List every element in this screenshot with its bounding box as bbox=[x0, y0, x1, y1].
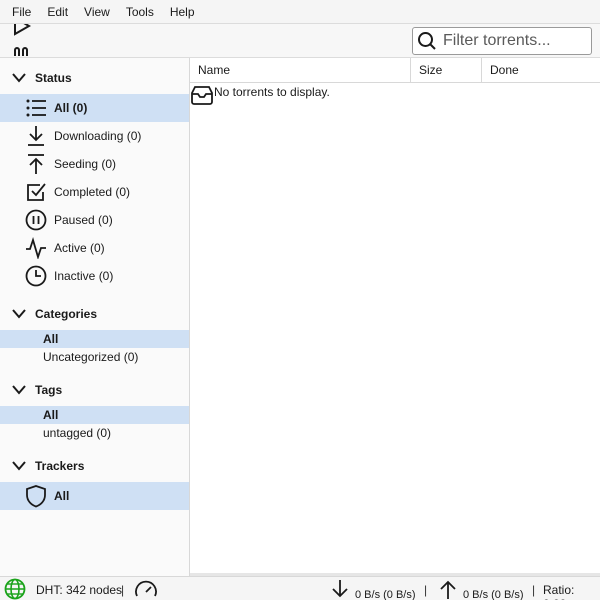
checkbox-icon bbox=[24, 180, 48, 204]
status-header-label: Status bbox=[35, 71, 72, 85]
download-speed: 0 B/s (0 B/s) bbox=[355, 589, 416, 600]
column-header-size[interactable]: Size bbox=[411, 58, 482, 83]
chevron-down-icon bbox=[12, 73, 26, 83]
categories-section-header[interactable]: Categories bbox=[0, 302, 190, 326]
toolbar bbox=[0, 24, 600, 58]
menu-view[interactable]: View bbox=[76, 0, 118, 24]
status-item-seeding[interactable]: Seeding (0) bbox=[0, 150, 189, 178]
status-item-active[interactable]: Active (0) bbox=[0, 234, 189, 262]
category-item-all[interactable]: All bbox=[0, 330, 189, 348]
separator: | bbox=[424, 583, 428, 597]
menu-file[interactable]: File bbox=[4, 0, 39, 24]
table-header: Name Size Done bbox=[190, 58, 600, 83]
empty-message: No torrents to display. bbox=[214, 85, 330, 99]
column-header-name[interactable]: Name bbox=[190, 58, 411, 83]
separator: | bbox=[121, 583, 125, 597]
menu-help[interactable]: Help bbox=[162, 0, 203, 24]
menu-bar: File Edit View Tools Help bbox=[0, 0, 600, 24]
menu-edit[interactable]: Edit bbox=[39, 0, 76, 24]
dht-status: DHT: 342 nodes bbox=[36, 583, 123, 597]
chevron-down-icon bbox=[12, 461, 26, 471]
activity-icon bbox=[24, 236, 48, 260]
globe-icon bbox=[4, 578, 26, 600]
empty-state: No torrents to display. bbox=[190, 84, 330, 106]
upload-arrow-icon bbox=[24, 152, 48, 176]
chevron-down-icon bbox=[12, 385, 26, 395]
status-section-header[interactable]: Status bbox=[0, 66, 190, 90]
status-item-label: Inactive (0) bbox=[54, 269, 114, 283]
inbox-icon bbox=[191, 86, 213, 105]
categories-header-label: Categories bbox=[35, 307, 98, 321]
status-bar: DHT: 342 nodes | 0 B/s (0 B/s) | 0 B/s (… bbox=[0, 576, 600, 600]
tags-section-header[interactable]: Tags bbox=[0, 378, 190, 402]
upload-speed-icon bbox=[438, 578, 458, 600]
category-item-uncategorized[interactable]: Uncategorized (0) bbox=[0, 348, 189, 366]
filter-box[interactable] bbox=[412, 27, 592, 55]
status-item-all[interactable]: All (0) bbox=[0, 94, 189, 122]
status-item-label: Paused (0) bbox=[54, 213, 113, 227]
chevron-down-icon bbox=[12, 309, 26, 319]
menu-tools[interactable]: Tools bbox=[118, 0, 162, 24]
status-item-label: Active (0) bbox=[54, 241, 105, 255]
upload-speed: 0 B/s (0 B/s) bbox=[463, 589, 524, 600]
shield-icon bbox=[24, 484, 48, 508]
download-arrow-icon bbox=[24, 124, 48, 148]
tracker-item-all[interactable]: All bbox=[0, 482, 189, 510]
filter-input[interactable] bbox=[443, 32, 583, 50]
status-item-label: Seeding (0) bbox=[54, 157, 117, 171]
status-item-completed[interactable]: Completed (0) bbox=[0, 178, 189, 206]
tags-header-label: Tags bbox=[35, 383, 63, 397]
torrent-table: Name Size Done No torrents to display. bbox=[190, 58, 600, 576]
sidebar: Status All (0) Downloading (0) Seeding (… bbox=[0, 58, 190, 576]
tag-item-untagged[interactable]: untagged (0) bbox=[0, 424, 189, 442]
status-item-label: All (0) bbox=[54, 101, 88, 115]
speed-limit-icon[interactable] bbox=[134, 578, 158, 600]
status-item-inactive[interactable]: Inactive (0) bbox=[0, 262, 189, 290]
resume-icon[interactable] bbox=[12, 24, 32, 36]
list-icon bbox=[24, 96, 48, 120]
status-item-downloading[interactable]: Downloading (0) bbox=[0, 122, 189, 150]
tracker-item-label: All bbox=[54, 489, 70, 503]
status-item-label: Completed (0) bbox=[54, 185, 131, 199]
trackers-section-header[interactable]: Trackers bbox=[0, 454, 190, 478]
clock-icon bbox=[24, 264, 48, 288]
ratio-status: Ratio: 0.00 bbox=[543, 583, 575, 600]
status-item-label: Downloading (0) bbox=[54, 129, 142, 143]
pause-icon[interactable] bbox=[12, 44, 32, 58]
download-speed-icon bbox=[330, 578, 350, 600]
search-icon bbox=[418, 32, 436, 50]
column-header-done[interactable]: Done bbox=[482, 58, 600, 83]
status-item-paused[interactable]: Paused (0) bbox=[0, 206, 189, 234]
tag-item-all[interactable]: All bbox=[0, 406, 189, 424]
trackers-header-label: Trackers bbox=[35, 459, 85, 473]
separator: | bbox=[532, 583, 536, 597]
pause-circle-icon bbox=[24, 208, 48, 232]
